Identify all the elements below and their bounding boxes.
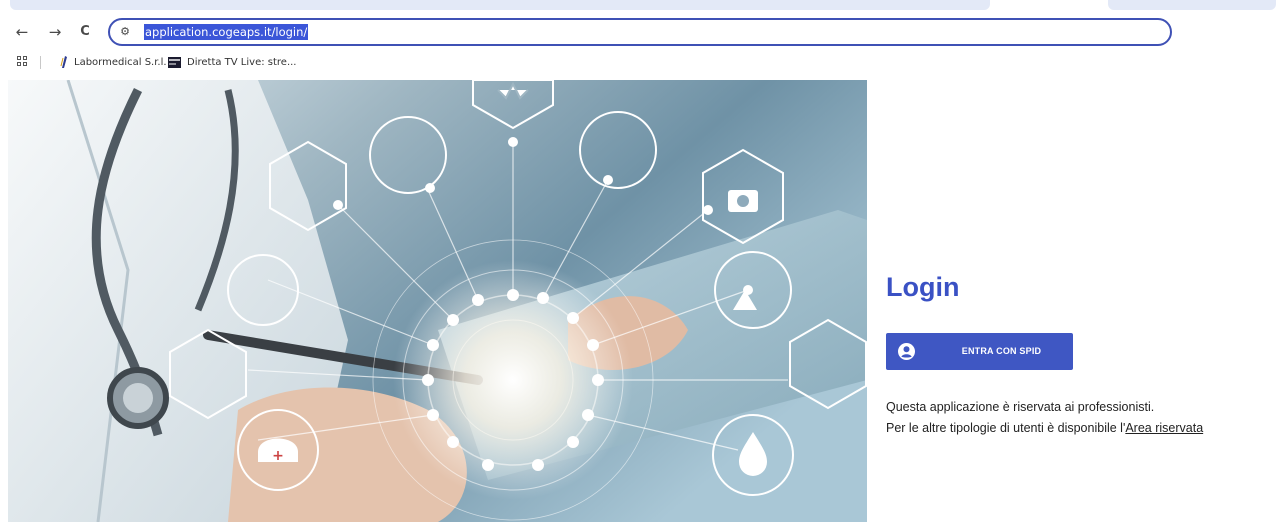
toolbar-blank	[1172, 18, 1252, 46]
medical-illustration: +	[8, 80, 867, 522]
tab-strip	[0, 0, 1284, 12]
bookmarks-bar: Labormedical S.r.l. Diretta TV Live: str…	[0, 52, 1284, 74]
page-title: Login	[886, 272, 960, 302]
apps-grid-icon[interactable]	[17, 56, 29, 68]
area-riservata-link[interactable]: Area riservata	[1125, 421, 1203, 435]
spid-login-button[interactable]: ENTRA CON SPID	[886, 333, 1073, 370]
user-icon	[898, 343, 915, 360]
browser-tab[interactable]	[10, 0, 990, 10]
svg-text:+: +	[272, 448, 284, 464]
bookmark-label: Diretta TV Live: stre...	[187, 57, 297, 68]
description-line-2: Per le altre tipologie di utenti è dispo…	[886, 421, 1203, 435]
url-text[interactable]: application.cogeaps.it/login/	[144, 24, 309, 40]
back-arrow-icon[interactable]: ←	[13, 23, 31, 41]
browser-tab[interactable]	[1108, 0, 1276, 10]
address-bar[interactable]: ⚙ application.cogeaps.it/login/	[108, 18, 1172, 46]
description-line-1: Questa applicazione è riservata ai profe…	[886, 400, 1155, 414]
reload-icon[interactable]: C	[76, 23, 94, 41]
description-prefix: Per le altre tipologie di utenti è dispo…	[886, 421, 1126, 435]
browser-toolbar: ← → C ⚙ application.cogeaps.it/login/	[0, 14, 1284, 50]
bookmark-label: Labormedical S.r.l.	[74, 57, 167, 68]
bookmark-separator	[40, 56, 41, 69]
tune-icon[interactable]: ⚙	[116, 23, 134, 41]
spid-button-label: ENTRA CON SPID	[961, 346, 1042, 356]
bookmark-diretta-tv[interactable]: Diretta TV Live: stre...	[168, 54, 296, 72]
labormedical-favicon	[60, 56, 67, 68]
forward-arrow-icon[interactable]: →	[46, 23, 64, 41]
bookmark-labormedical[interactable]: Labormedical S.r.l.	[60, 54, 167, 72]
tv-favicon	[168, 56, 181, 68]
hero-image: +	[8, 80, 867, 522]
